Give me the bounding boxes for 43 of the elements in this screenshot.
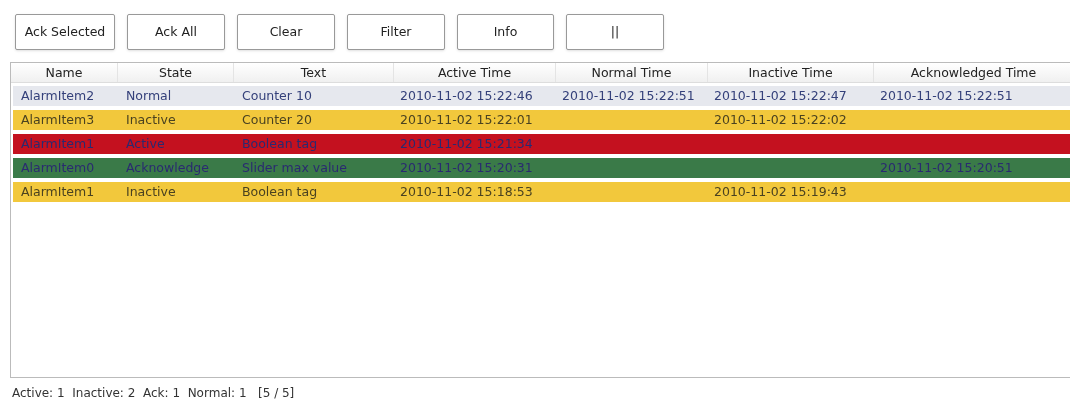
table-cell: 2010-11-02 15:21:34 [400, 135, 533, 151]
toolbar-button[interactable]: Ack All [127, 14, 225, 50]
table-cell: AlarmItem1 [21, 183, 95, 199]
status-text: Active: 1 Inactive: 2 Ack: 1 Normal: 1 [5 / 5] [12, 386, 295, 400]
toolbar-button[interactable]: || [566, 14, 664, 50]
alarm-row[interactable]: AlarmItem1 Inactive Boolean tag 2010-11-02 15:18:53 2010-11-02 15:19:43 [13, 182, 1070, 202]
table-cell: Slider max value [242, 159, 347, 175]
table-cell: Normal [126, 87, 172, 103]
table-cell: 2010-11-02 15:19:43 [714, 183, 847, 199]
table-cell: 2010-11-02 15:22:01 [400, 111, 533, 127]
table-cell: AlarmItem3 [21, 111, 95, 127]
table-cell: Acknowledge [126, 159, 209, 175]
table-cell: Inactive [126, 111, 176, 127]
table-cell: 2010-11-02 15:22:47 [714, 87, 847, 103]
toolbar-button[interactable]: Info [457, 14, 554, 50]
column-header[interactable]: Inactive Time [708, 63, 874, 82]
alarm-row[interactable]: AlarmItem3 Inactive Counter 20 2010-11-02 15:22:01 2010-11-02 15:22:02 [13, 110, 1070, 130]
table-cell: 2010-11-02 15:20:31 [400, 159, 533, 175]
column-header[interactable]: Normal Time [556, 63, 708, 82]
column-header[interactable]: Text [234, 63, 394, 82]
table-cell: AlarmItem1 [21, 135, 95, 151]
table-cell: Counter 20 [242, 111, 312, 127]
table-cell: Active [126, 135, 165, 151]
column-header[interactable]: Acknowledged Time [874, 63, 1070, 82]
table-cell: 2010-11-02 15:22:51 [880, 87, 1013, 103]
alarm-row[interactable]: AlarmItem2 Normal Counter 10 2010-11-02 15:22:46 2010-11-02 15:22:51 2010-11-02 15:22:47 2010-11-02 15:22:51 [13, 86, 1070, 106]
table-cell: Inactive [126, 183, 176, 199]
table-cell: Boolean tag [242, 183, 318, 199]
table-cell: Boolean tag [242, 135, 318, 151]
column-header[interactable]: Active Time [394, 63, 556, 82]
table-cell: AlarmItem0 [21, 159, 95, 175]
table-cell: AlarmItem2 [21, 87, 95, 103]
toolbar-button[interactable]: Filter [347, 14, 445, 50]
column-header[interactable]: Name [11, 63, 118, 82]
toolbar-button[interactable]: Clear [237, 14, 335, 50]
column-header[interactable]: State [118, 63, 234, 82]
toolbar-button[interactable]: Ack Selected [15, 14, 115, 50]
table-cell: 2010-11-02 15:22:46 [400, 87, 533, 103]
table-cell: Counter 10 [242, 87, 312, 103]
table-cell: 2010-11-02 15:22:51 [562, 87, 695, 103]
table-cell: 2010-11-02 15:22:02 [714, 111, 847, 127]
table-cell: 2010-11-02 15:18:53 [400, 183, 533, 199]
table-cell: 2010-11-02 15:20:51 [880, 159, 1013, 175]
